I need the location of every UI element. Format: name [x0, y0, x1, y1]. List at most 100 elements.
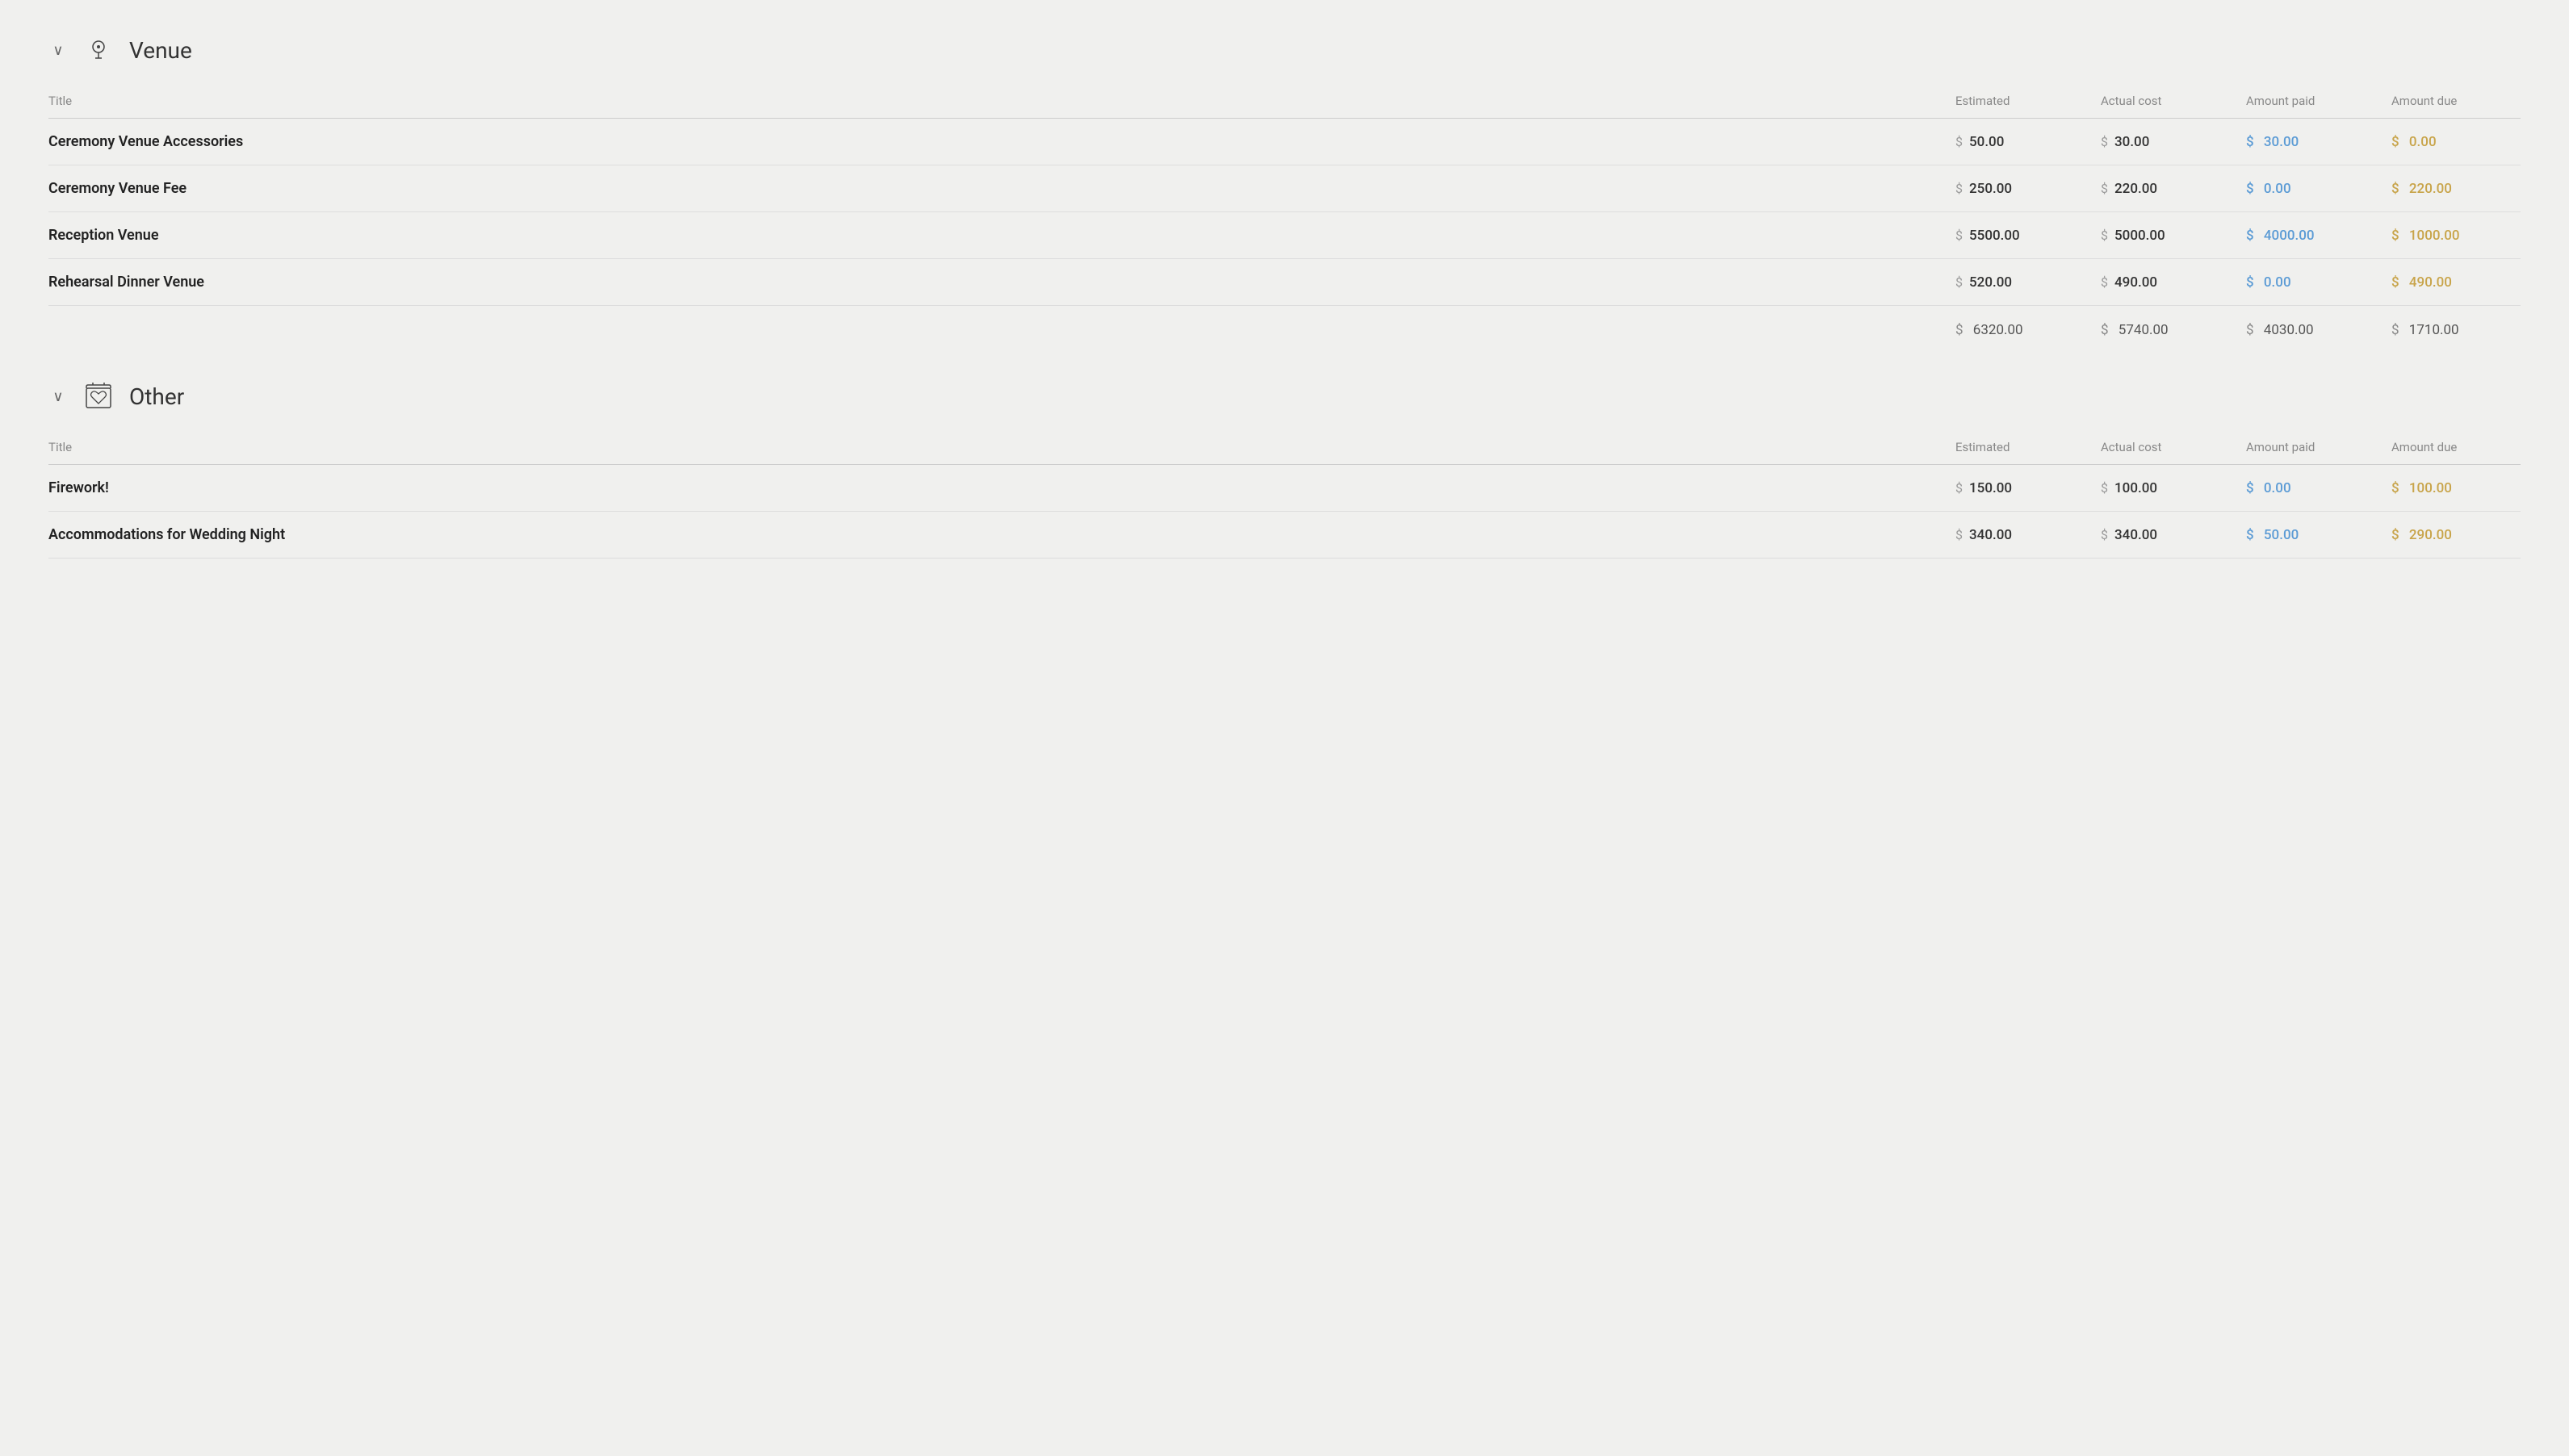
item-title: Accommodations for Wedding Night: [48, 512, 1939, 559]
table-row: Accommodations for Wedding Night $340.00 $…: [48, 512, 2521, 559]
amount-due-value: 100.00: [2406, 480, 2452, 496]
dollar-icon: $: [2391, 480, 2399, 496]
dollar-icon: $: [2101, 480, 2108, 496]
estimated-value: 340.00: [1969, 527, 2012, 543]
dollar-icon: $: [2101, 322, 2109, 338]
section-title: Venue: [129, 37, 192, 64]
actual-cost-cell: $100.00: [2085, 465, 2230, 512]
dollar-icon: $: [2391, 274, 2399, 291]
amount-paid-value: 4000.00: [2261, 228, 2315, 244]
dollar-icon: $: [2101, 228, 2108, 243]
dollar-icon: $: [1955, 527, 1963, 542]
dollar-icon: $: [2391, 322, 2399, 338]
totals-estimated-cell: $ 6320.00: [1939, 306, 2085, 347]
actual-cost-value: 340.00: [2114, 527, 2157, 543]
estimated-cell: $150.00: [1939, 465, 2085, 512]
col-header-amount_due: Amount due: [2375, 433, 2521, 465]
actual-cost-value: 490.00: [2114, 274, 2157, 291]
dollar-icon: $: [1955, 480, 1963, 496]
amount-due-value: 220.00: [2406, 181, 2452, 197]
actual-cost-value: 30.00: [2114, 134, 2149, 150]
section-venue: ∨ Venue TitleEstimatedActual costAmount p…: [48, 32, 2521, 346]
item-title: Rehearsal Dinner Venue: [48, 259, 1939, 306]
col-header-estimated: Estimated: [1939, 87, 2085, 119]
dollar-icon: $: [2246, 228, 2254, 244]
col-header-amount_paid: Amount paid: [2230, 433, 2375, 465]
chevron-down-icon[interactable]: ∨: [48, 388, 68, 405]
other-icon: [81, 379, 116, 414]
amount-due-cell: $ 0.00: [2375, 119, 2521, 165]
actual-cost-cell: $220.00: [2085, 165, 2230, 212]
dollar-icon: $: [2391, 134, 2399, 150]
section-title: Other: [129, 383, 184, 410]
dollar-icon: $: [2101, 274, 2108, 290]
estimated-value: 150.00: [1969, 480, 2012, 496]
totals-actual_cost-value: 5740.00: [2115, 322, 2169, 338]
table-row: Rehearsal Dinner Venue$520.00$490.00$ 0.…: [48, 259, 2521, 306]
col-header-title: Title: [48, 433, 1939, 465]
actual-cost-cell: $490.00: [2085, 259, 2230, 306]
venue-icon: [81, 32, 116, 68]
actual-cost-value: 220.00: [2114, 181, 2157, 197]
estimated-cell: $5500.00: [1939, 212, 2085, 259]
dollar-icon: $: [2391, 181, 2399, 197]
estimated-value: 520.00: [1969, 274, 2012, 291]
totals-estimated-value: 6320.00: [1970, 322, 2023, 338]
chevron-down-icon[interactable]: ∨: [48, 42, 68, 59]
amount-due-value: 490.00: [2406, 274, 2452, 291]
dollar-icon: $: [1955, 228, 1963, 243]
amount-due-cell: $ 290.00: [2375, 512, 2521, 559]
item-title: Firework!: [48, 465, 1939, 512]
amount-paid-cell: $ 0.00: [2230, 165, 2375, 212]
item-title: Ceremony Venue Accessories: [48, 119, 1939, 165]
estimated-value: 50.00: [1969, 134, 2004, 150]
amount-paid-cell: $ 50.00: [2230, 512, 2375, 559]
col-header-amount_paid: Amount paid: [2230, 87, 2375, 119]
table-row: Ceremony Venue Accessories$50.00$30.00$ …: [48, 119, 2521, 165]
amount-due-value: 290.00: [2406, 527, 2452, 543]
dollar-icon: $: [2246, 181, 2254, 197]
amount-due-value: 1000.00: [2406, 228, 2460, 244]
estimated-value: 250.00: [1969, 181, 2012, 197]
amount-due-cell: $ 100.00: [2375, 465, 2521, 512]
totals-amount_due-cell: $ 1710.00: [2375, 306, 2521, 347]
amount-paid-value: 0.00: [2261, 480, 2291, 496]
amount-paid-cell: $ 0.00: [2230, 259, 2375, 306]
amount-paid-cell: $ 0.00: [2230, 465, 2375, 512]
dollar-icon: $: [1955, 181, 1963, 196]
actual-cost-cell: $30.00: [2085, 119, 2230, 165]
dollar-icon: $: [2246, 134, 2254, 150]
item-title: Ceremony Venue Fee: [48, 165, 1939, 212]
dollar-icon: $: [2101, 181, 2108, 196]
actual-cost-value: 100.00: [2114, 480, 2157, 496]
amount-paid-value: 0.00: [2261, 274, 2291, 291]
amount-due-cell: $ 1000.00: [2375, 212, 2521, 259]
venue-table: TitleEstimatedActual costAmount paidAmou…: [48, 87, 2521, 346]
table-row: Reception Venue$5500.00$5000.00$ 4000.00…: [48, 212, 2521, 259]
amount-due-value: 0.00: [2406, 134, 2437, 150]
estimated-cell: $520.00: [1939, 259, 2085, 306]
totals-amount_paid-cell: $ 4030.00: [2230, 306, 2375, 347]
section-other: ∨ OtherTitleEstimatedActual costAmount p…: [48, 379, 2521, 559]
actual-cost-cell: $5000.00: [2085, 212, 2230, 259]
col-header-amount_due: Amount due: [2375, 87, 2521, 119]
dollar-icon: $: [2391, 527, 2399, 543]
dollar-icon: $: [2101, 527, 2108, 542]
table-row: Ceremony Venue Fee$250.00$220.00$ 0.00$ …: [48, 165, 2521, 212]
totals-label-cell: [48, 306, 1939, 347]
dollar-icon: $: [2246, 480, 2254, 496]
dollar-icon: $: [2246, 274, 2254, 291]
dollar-icon: $: [2391, 228, 2399, 244]
item-title: Reception Venue: [48, 212, 1939, 259]
amount-due-cell: $ 220.00: [2375, 165, 2521, 212]
dollar-icon: $: [2246, 322, 2254, 338]
estimated-value: 5500.00: [1969, 228, 2020, 244]
col-header-title: Title: [48, 87, 1939, 119]
amount-paid-value: 0.00: [2261, 181, 2291, 197]
totals-row: $ 6320.00$ 5740.00$ 4030.00$ 1710.00: [48, 306, 2521, 347]
col-header-estimated: Estimated: [1939, 433, 2085, 465]
estimated-cell: $50.00: [1939, 119, 2085, 165]
dollar-icon: $: [1955, 274, 1963, 290]
dollar-icon: $: [1955, 134, 1963, 149]
totals-actual_cost-cell: $ 5740.00: [2085, 306, 2230, 347]
